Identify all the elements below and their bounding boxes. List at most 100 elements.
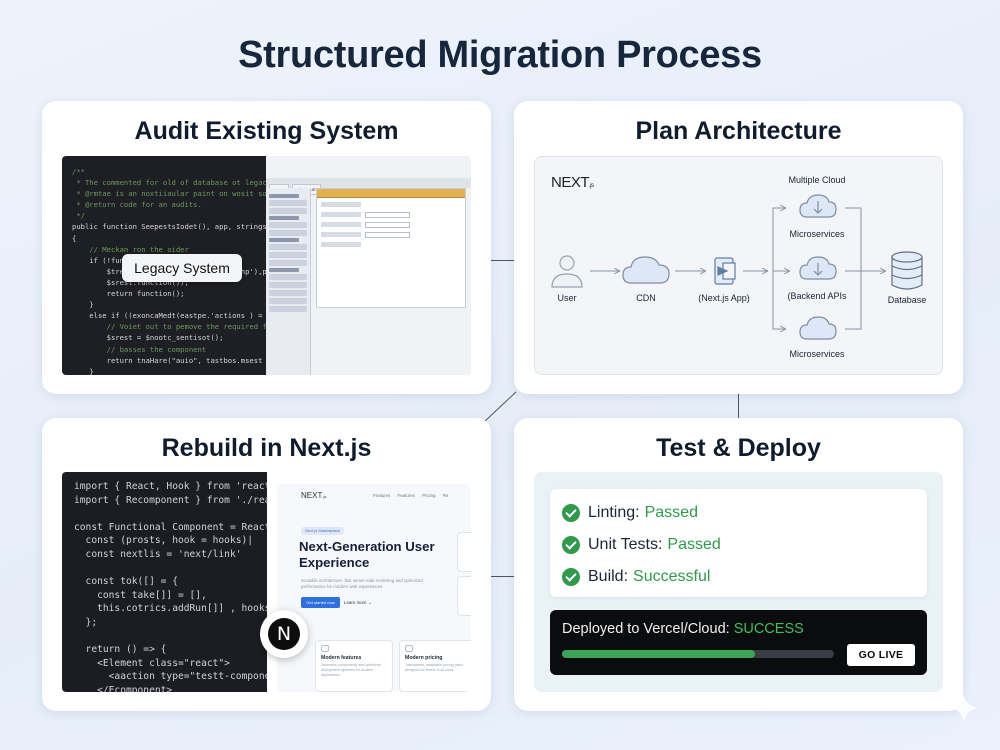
rebuild-title: Rebuild in Next.js [161,434,372,462]
code-line: // Voiet out to pemove the required fo [72,322,266,332]
architecture-graph [551,194,923,340]
legacy-sidebar [266,188,311,375]
cloud-group-label: Multiple Cloud [788,175,846,185]
code-line: import { React, Hook } from 'react' [74,481,267,492]
card-icon [405,645,413,652]
site-headline: Next-Generation User Experience [299,539,435,570]
deploy-console: Deployed to Vercel/Cloud: SUCCESS GO LIV… [550,610,927,675]
test-results-card: Linting: Passed Unit Tests: Passed Build: S… [550,489,927,597]
backend-api-cloud-icon [799,256,837,280]
legacy-form [316,188,466,308]
code-line: * @rmtae is an noxtiiaular paint on wosi… [72,189,266,199]
site-secondary-button[interactable]: Learn more → [344,597,372,608]
legacy-app-window: HomeDirsiceum [266,156,471,375]
site-pill-badge: Next.js Marketplace [301,527,345,535]
code-line: } [72,300,94,310]
deploy-title: Test & Deploy [656,434,821,462]
legacy-tabs: HomeDirsiceum [266,178,471,195]
connector-rebuild-deploy [491,576,514,577]
code-line: $srest = $nootc_sentisot(); [72,333,224,343]
card-title: Modern pricing [405,655,443,661]
code-line: </Ecomponent> [74,684,173,692]
rebuild-screenshot: import { React, Hook } from 'react' impor… [62,472,471,692]
code-line: return function(); [72,289,185,299]
code-line: /** [72,167,85,176]
code-line: import { Recomponent } from './reac [74,494,267,506]
backend-api-label: (Backend APIs [787,291,847,301]
code-line: * The commented for old of database ot l… [72,178,266,188]
site-side-card [457,576,471,616]
cdn-cloud-icon [622,256,670,284]
code-line: public function SeepestsIodet(), app, st… [72,222,266,232]
connector-plan-deploy [738,394,739,418]
code-line: // basses the component [72,344,207,354]
app-label: (Next.js App) [698,293,750,303]
card-title: Modern features [321,655,362,661]
audit-title: Audit Existing System [134,117,399,145]
plan-panel: Plan Architecture NEXT.js User CDN (Next… [514,101,963,394]
deploy-progress-fill [562,650,756,658]
audit-panel: Audit Existing System /** * The commente… [42,101,491,394]
code-line: else if ((exoncaMedt(eastpe.'actions ) = [72,311,263,321]
site-side-card [457,532,471,572]
deploy-progress-bar [562,650,834,658]
nextjs-site-preview: NEXT.js Features Features Pricing Re Nex… [277,484,471,692]
code-line: { [72,233,77,243]
site-feature-card: Modern pricing Transparent, adaptable pr… [399,640,471,692]
site-nav: NEXT.js Features Features Pricing Re [277,484,471,506]
check-build: Build: Successful [562,565,710,589]
nextjs-badge-icon: N [260,610,308,658]
code-line: const Functional Component = React( [74,521,267,533]
card-desc: Seamless components and optimized deploy… [321,663,381,677]
code-line: <Element class="react"> [74,657,230,669]
user-icon [551,255,583,288]
code-line: * @return code for an audits. [72,200,202,210]
microservices-bottom-label: Microservices [789,349,845,359]
code-line: const nextlis = 'next/link' [74,548,242,560]
microservice-cloud-icon [799,316,837,340]
page-title: Structured Migration Process [238,34,762,76]
site-nav-links[interactable]: Features Features Pricing Re [373,493,448,498]
audit-screenshot: /** * The commented for old of database … [62,156,471,375]
code-line: */ [72,211,85,221]
cdn-label: CDN [636,293,656,303]
user-label: User [557,293,577,303]
check-circle-icon [562,568,580,586]
microservices-top-label: Microservices [789,229,845,239]
go-live-button[interactable]: GO LIVE [847,644,915,666]
code-line: const take[]] = [], [74,589,207,601]
code-line: this.cotrics.addRun[]] , hooks) [74,603,267,615]
check-circle-icon [562,504,580,522]
rebuild-panel: Rebuild in Next.js import { React, Hook … [42,418,491,711]
code-line: } [72,366,94,375]
database-label: Database [887,295,927,305]
card-desc: Transparent, adaptable pricing plans des… [405,663,464,672]
plan-title: Plan Architecture [635,117,842,145]
legacy-system-label: Legacy System [122,254,242,282]
database-icon [891,251,923,290]
site-feature-card: Modern features Seamless components and … [315,640,393,692]
code-line: <aaction type="testt-componen [74,671,267,683]
nextjs-code-editor: import { React, Hook } from 'react' impor… [62,472,267,692]
card-icon [321,645,329,652]
code-line: return tnaHare("auio", tastbos.msest [72,355,263,365]
connector-audit-plan [491,260,514,261]
site-logo: NEXT.js [301,491,327,500]
code-line: }; [74,616,98,628]
nextjs-app-icon [714,257,736,285]
code-line: const tok([] = { [74,576,178,588]
sparkle-icon [950,694,978,722]
check-circle-icon [562,536,580,554]
code-line: const (prosts, hook = hooks)| [74,535,254,547]
code-line: return () => { [74,644,167,656]
architecture-diagram: NEXT.js User CDN (Next.js App) Multiple … [534,156,943,375]
deploy-status-text: Deployed to Vercel/Cloud: SUCCESS [562,621,804,637]
microservice-cloud-icon [799,194,837,218]
deploy-panel: Test & Deploy Linting: Passed Unit Tests:… [514,418,963,711]
site-subtext: Scalable architecture, fast server-side … [301,578,423,589]
check-linting: Linting: Passed [562,501,698,525]
site-primary-button[interactable]: Get started now [301,597,340,608]
